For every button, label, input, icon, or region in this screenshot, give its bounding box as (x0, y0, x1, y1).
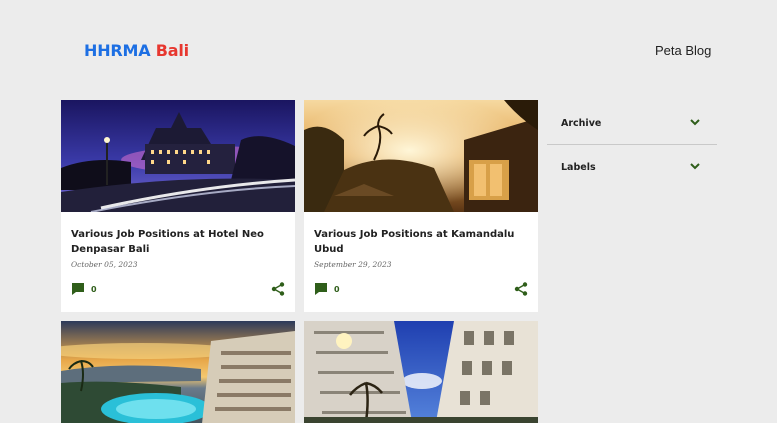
post-card[interactable] (61, 321, 295, 423)
logo-text-bali: Bali (155, 41, 189, 60)
site-logo[interactable]: HHRMA Bali (84, 41, 189, 60)
share-icon (514, 282, 528, 296)
chevron-down-icon (690, 163, 700, 170)
sidebar-item-archive[interactable]: Archive (547, 100, 717, 144)
resort-sunset-image (304, 100, 538, 212)
post-date: October 05, 2023 (71, 260, 138, 269)
post-card[interactable]: Various Job Positions at Kamandalu Ubud … (304, 100, 538, 312)
sidebar-item-label: Archive (561, 118, 602, 129)
nav-peta-blog[interactable]: Peta Blog (655, 43, 711, 58)
beach-resort-image (61, 321, 295, 423)
post-card[interactable]: Various Job Positions at Hotel Neo Denpa… (61, 100, 295, 312)
chevron-down-icon (690, 119, 700, 126)
comment-icon (315, 283, 327, 295)
logo-text-hhrma: HHRMA (84, 41, 151, 60)
share-icon (271, 282, 285, 296)
post-card[interactable] (304, 321, 538, 423)
comment-count: 0 (334, 284, 340, 294)
share-button[interactable] (514, 282, 528, 301)
hotel-night-image (61, 100, 295, 212)
sidebar-item-labels[interactable]: Labels (547, 144, 717, 188)
hotel-courtyard-image (304, 321, 538, 423)
comments-link[interactable]: 0 (71, 282, 97, 296)
comment-icon (72, 283, 84, 295)
post-thumbnail[interactable] (304, 321, 538, 423)
post-thumbnail[interactable] (61, 100, 295, 212)
post-thumbnail[interactable] (304, 100, 538, 212)
post-thumbnail[interactable] (61, 321, 295, 423)
comments-link[interactable]: 0 (314, 282, 340, 296)
comment-count: 0 (91, 284, 97, 294)
sidebar-item-label: Labels (561, 162, 596, 173)
post-date: September 29, 2023 (314, 260, 392, 269)
share-button[interactable] (271, 282, 285, 301)
post-title[interactable]: Various Job Positions at Hotel Neo Denpa… (71, 227, 285, 257)
post-title[interactable]: Various Job Positions at Kamandalu Ubud (314, 227, 528, 257)
